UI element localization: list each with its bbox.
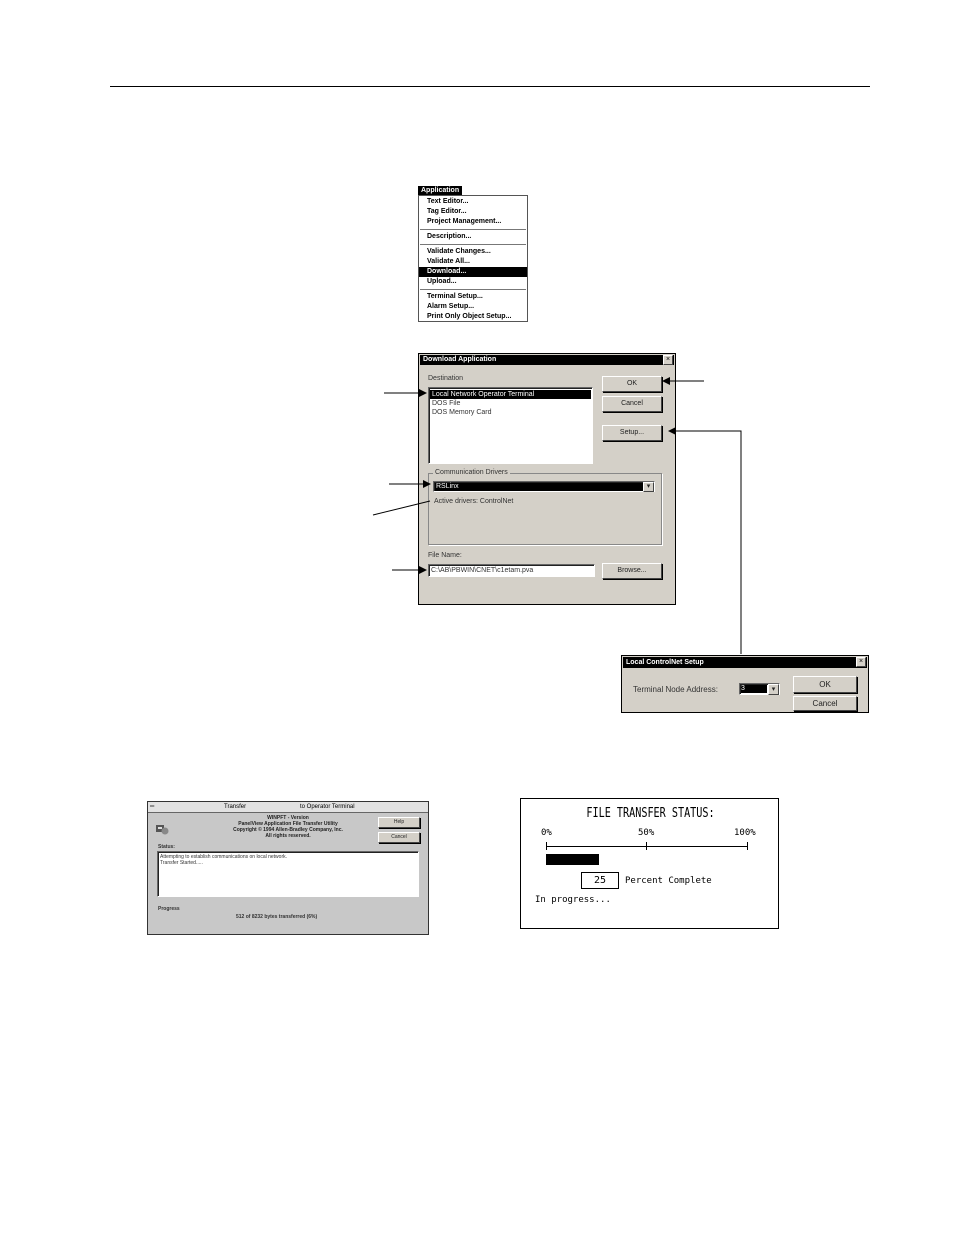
help-button[interactable]: Help [378, 817, 420, 828]
transfer-title-target: to Operator Terminal [300, 804, 355, 810]
cancel-button[interactable]: Cancel [378, 832, 420, 843]
arrow-setup-link [668, 427, 742, 654]
fts-scale-tick [546, 842, 547, 850]
fts-scale-0: 0% [541, 828, 552, 838]
transfer-app-icon [155, 822, 169, 836]
fts-percent-value: 25 [581, 872, 619, 889]
system-menu-icon[interactable]: ═ [150, 802, 154, 812]
file-transfer-status-panel: FILE TRANSFER STATUS: 0% 50% 100% 25 Per… [520, 798, 779, 929]
transfer-title-bar: ═ Transfer to Operator Terminal [148, 802, 428, 813]
transfer-about-text: WINPFT - Version PanelView Application F… [188, 815, 388, 839]
progress-label: Progress [158, 906, 180, 912]
status-label: Status: [158, 844, 175, 850]
fts-scale-tick [646, 842, 647, 850]
fts-scale-50: 50% [638, 828, 655, 838]
fts-scale-100: 100% [734, 828, 756, 838]
callout-arrows [372, 377, 742, 654]
fts-scale-line [546, 846, 748, 847]
transfer-window: ═ Transfer to Operator Terminal WINPFT -… [147, 801, 429, 935]
fts-percent-label: Percent Complete [625, 876, 712, 886]
fts-scale-tick [747, 842, 748, 850]
fts-status-text: In progress... [535, 895, 611, 905]
fts-progress-bar [546, 854, 599, 865]
line-active-drivers [372, 500, 431, 516]
transfer-title: Transfer [224, 804, 247, 810]
fts-title: FILE TRANSFER STATUS: [586, 806, 715, 821]
rights: All rights reserved. [265, 833, 311, 839]
status-box: Attempting to establish communications o… [157, 851, 419, 897]
status-line: Transfer Started..... [160, 860, 203, 866]
progress-text: 512 of 8232 bytes transferred (6%) [236, 914, 318, 920]
